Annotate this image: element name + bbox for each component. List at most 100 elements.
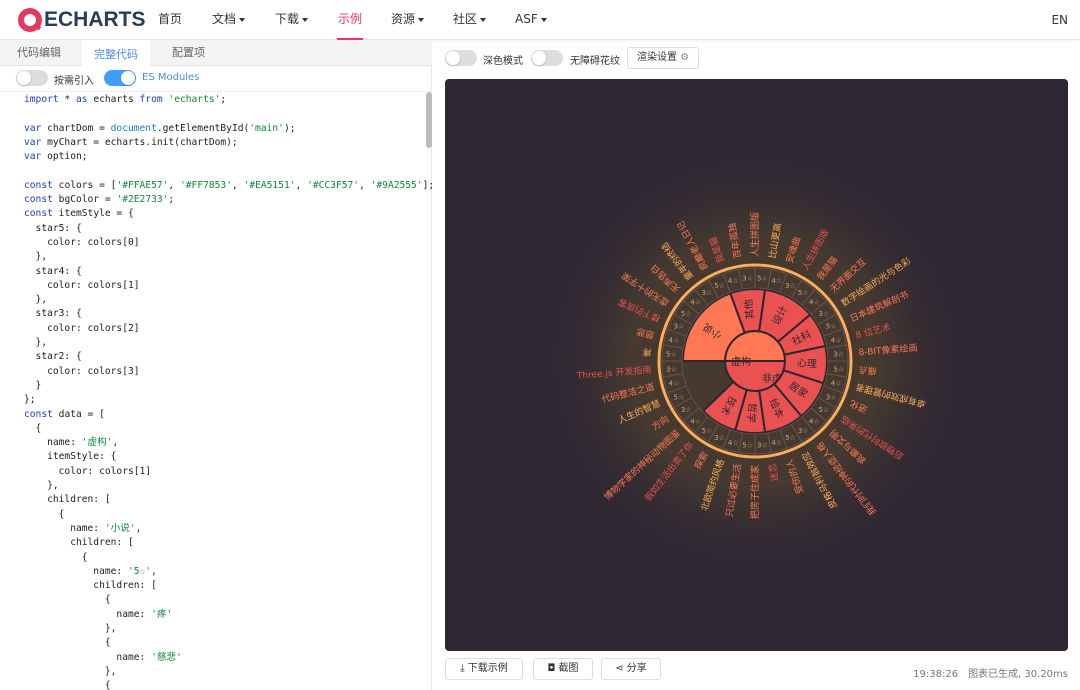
code-line: star2: { bbox=[24, 351, 82, 363]
star-label: 3☆ bbox=[757, 442, 768, 450]
share-icon: ⋖ bbox=[615, 663, 624, 674]
decal-pattern-toggle[interactable] bbox=[531, 50, 563, 66]
code-line: star4: { bbox=[24, 265, 82, 277]
share-button[interactable]: ⋖ 分享 bbox=[601, 658, 661, 680]
preview-toolbar: 深色模式 无障碍花纹 渲染设置 ⚙ bbox=[433, 40, 1080, 76]
code-line: const colors = ['#FFAE57', '#FF7853', '#… bbox=[24, 179, 432, 191]
star-label: 4☆ bbox=[728, 277, 739, 285]
code-line: color: colors[0] bbox=[24, 236, 140, 248]
code-line: { bbox=[24, 508, 65, 520]
code-line: import * as echarts from 'echarts'; bbox=[24, 94, 227, 105]
star-label: 3☆ bbox=[674, 323, 685, 331]
code-line: name: '小说', bbox=[24, 522, 142, 534]
tab-options[interactable]: 配置项 bbox=[160, 40, 217, 66]
star-label: 4☆ bbox=[668, 336, 679, 344]
screenshot-button[interactable]: ◘ 截图 bbox=[533, 658, 593, 680]
on-demand-import-toggle[interactable] bbox=[16, 70, 48, 86]
code-line: children: [ bbox=[24, 494, 111, 506]
es-modules-label: ES Modules bbox=[142, 72, 200, 83]
code-line: { bbox=[24, 637, 111, 649]
code-line: }, bbox=[24, 665, 117, 677]
code-line: children: [ bbox=[24, 580, 157, 592]
render-settings-button[interactable]: 渲染设置 ⚙ bbox=[627, 47, 700, 69]
code-view[interactable]: import * as echarts from 'echarts'; var c… bbox=[0, 92, 432, 690]
star-label: 5☆ bbox=[714, 282, 725, 290]
download-icon: ⤓ bbox=[460, 663, 465, 674]
star-label: 4☆ bbox=[668, 380, 679, 388]
star-label: 4☆ bbox=[809, 417, 820, 425]
star-label: 3☆ bbox=[666, 365, 677, 373]
code-scrollbar[interactable] bbox=[426, 92, 432, 148]
nav-community[interactable]: 社区 bbox=[453, 0, 487, 40]
nav-download[interactable]: 下载 bbox=[275, 0, 309, 40]
on-demand-import-label: 按需引入 bbox=[54, 76, 94, 87]
chart-canvas[interactable]: 虚构 非虚构 小说 其他 设计 社科 心理 居家 绘本 哲学 技术 5☆ 4☆ 3☆ 5☆ 4☆ 3☆ 5☆ 4☆ 3… bbox=[445, 79, 1068, 651]
star-label: 5☆ bbox=[757, 274, 768, 282]
tab-code-edit[interactable]: 代码编辑 bbox=[5, 40, 73, 66]
star-label: 3☆ bbox=[785, 282, 796, 290]
nav-asf[interactable]: ASF bbox=[515, 0, 547, 40]
book-label: 疼 bbox=[642, 346, 652, 359]
book-label: 把房子住成家 bbox=[749, 465, 761, 519]
star-label: 4☆ bbox=[831, 336, 842, 344]
star-label: 5☆ bbox=[826, 323, 837, 331]
code-line: { bbox=[24, 551, 88, 563]
code-line: const itemStyle = { bbox=[24, 208, 134, 220]
star-label: 5☆ bbox=[742, 442, 753, 450]
star-label: 4☆ bbox=[728, 439, 739, 447]
center-label-fiction: 虚构 bbox=[731, 355, 751, 368]
chevron-down-icon bbox=[302, 17, 309, 22]
decal-pattern-label: 无障碍花纹 bbox=[570, 56, 620, 67]
nav-resources[interactable]: 资源 bbox=[391, 0, 425, 40]
sunburst-chart: 虚构非虚构小说其他 设计社科心理居家绘本哲学技术5☆4☆3☆5☆4☆3☆5☆4☆ 3… bbox=[530, 136, 980, 586]
code-line: }, bbox=[24, 622, 117, 634]
code-line: name: '5☆', bbox=[24, 565, 157, 577]
code-line: }, bbox=[24, 251, 48, 263]
echarts-logo[interactable]: ECHARTS bbox=[18, 7, 146, 33]
code-editor-panel: 代码编辑 完整代码 配置项 按需引入 ES Modules import * a… bbox=[0, 40, 432, 690]
es-modules-toggle[interactable] bbox=[104, 70, 136, 86]
nav-home[interactable]: 首页 bbox=[158, 0, 182, 40]
code-line: const bgColor = '#2E2733'; bbox=[24, 194, 175, 206]
code-line: }, bbox=[24, 480, 59, 492]
code-line: }, bbox=[24, 294, 48, 306]
nav-docs[interactable]: 文档 bbox=[212, 0, 246, 40]
star-label: 5☆ bbox=[666, 351, 677, 359]
star-label: 4☆ bbox=[771, 277, 782, 285]
code-line: var option; bbox=[24, 151, 88, 163]
category-label: 心理 bbox=[797, 357, 818, 370]
top-navbar: ECHARTS 首页 文档 下载 示例 资源 社区 ASF EN bbox=[0, 0, 1080, 40]
chevron-down-icon bbox=[480, 17, 487, 22]
dark-mode-toggle[interactable] bbox=[445, 50, 477, 66]
render-status: 19:38:26 图表已生成, 30.20ms bbox=[903, 665, 1068, 680]
chevron-down-icon bbox=[239, 17, 246, 22]
nav-examples[interactable]: 示例 bbox=[337, 0, 364, 40]
star-label: 3☆ bbox=[701, 289, 712, 297]
dark-mode-label: 深色模式 bbox=[483, 56, 523, 67]
star-label: 4☆ bbox=[809, 299, 820, 307]
star-label: 3☆ bbox=[681, 406, 692, 414]
code-line: const data = [ bbox=[24, 408, 105, 420]
render-status-text: 图表已生成, 30.20ms bbox=[968, 669, 1068, 680]
code-line: } bbox=[24, 379, 42, 391]
code-line: children: [ bbox=[24, 537, 134, 549]
code-line: color: colors[2] bbox=[24, 322, 140, 334]
download-example-button[interactable]: ⤓ 下载示例 bbox=[445, 658, 523, 680]
language-switch[interactable]: EN bbox=[1051, 0, 1068, 40]
star-label: 3☆ bbox=[798, 427, 809, 435]
code-line: var chartDom = document.getElementById('… bbox=[24, 122, 296, 134]
code-line: { bbox=[24, 594, 111, 606]
star-label: 5☆ bbox=[818, 406, 829, 414]
star-label: 4☆ bbox=[690, 417, 701, 425]
star-label: 3☆ bbox=[833, 351, 844, 359]
tab-full-code[interactable]: 完整代码 bbox=[82, 40, 150, 66]
star-label: 5☆ bbox=[785, 434, 796, 442]
echarts-logo-icon bbox=[18, 8, 42, 32]
code-line: }; bbox=[24, 394, 36, 406]
code-line: name: '虚构', bbox=[24, 437, 119, 449]
logo-text: ECHARTS bbox=[44, 8, 146, 31]
star-label: 5☆ bbox=[674, 393, 685, 401]
star-label: 5☆ bbox=[701, 427, 712, 435]
code-line: itemStyle: { bbox=[24, 451, 117, 463]
